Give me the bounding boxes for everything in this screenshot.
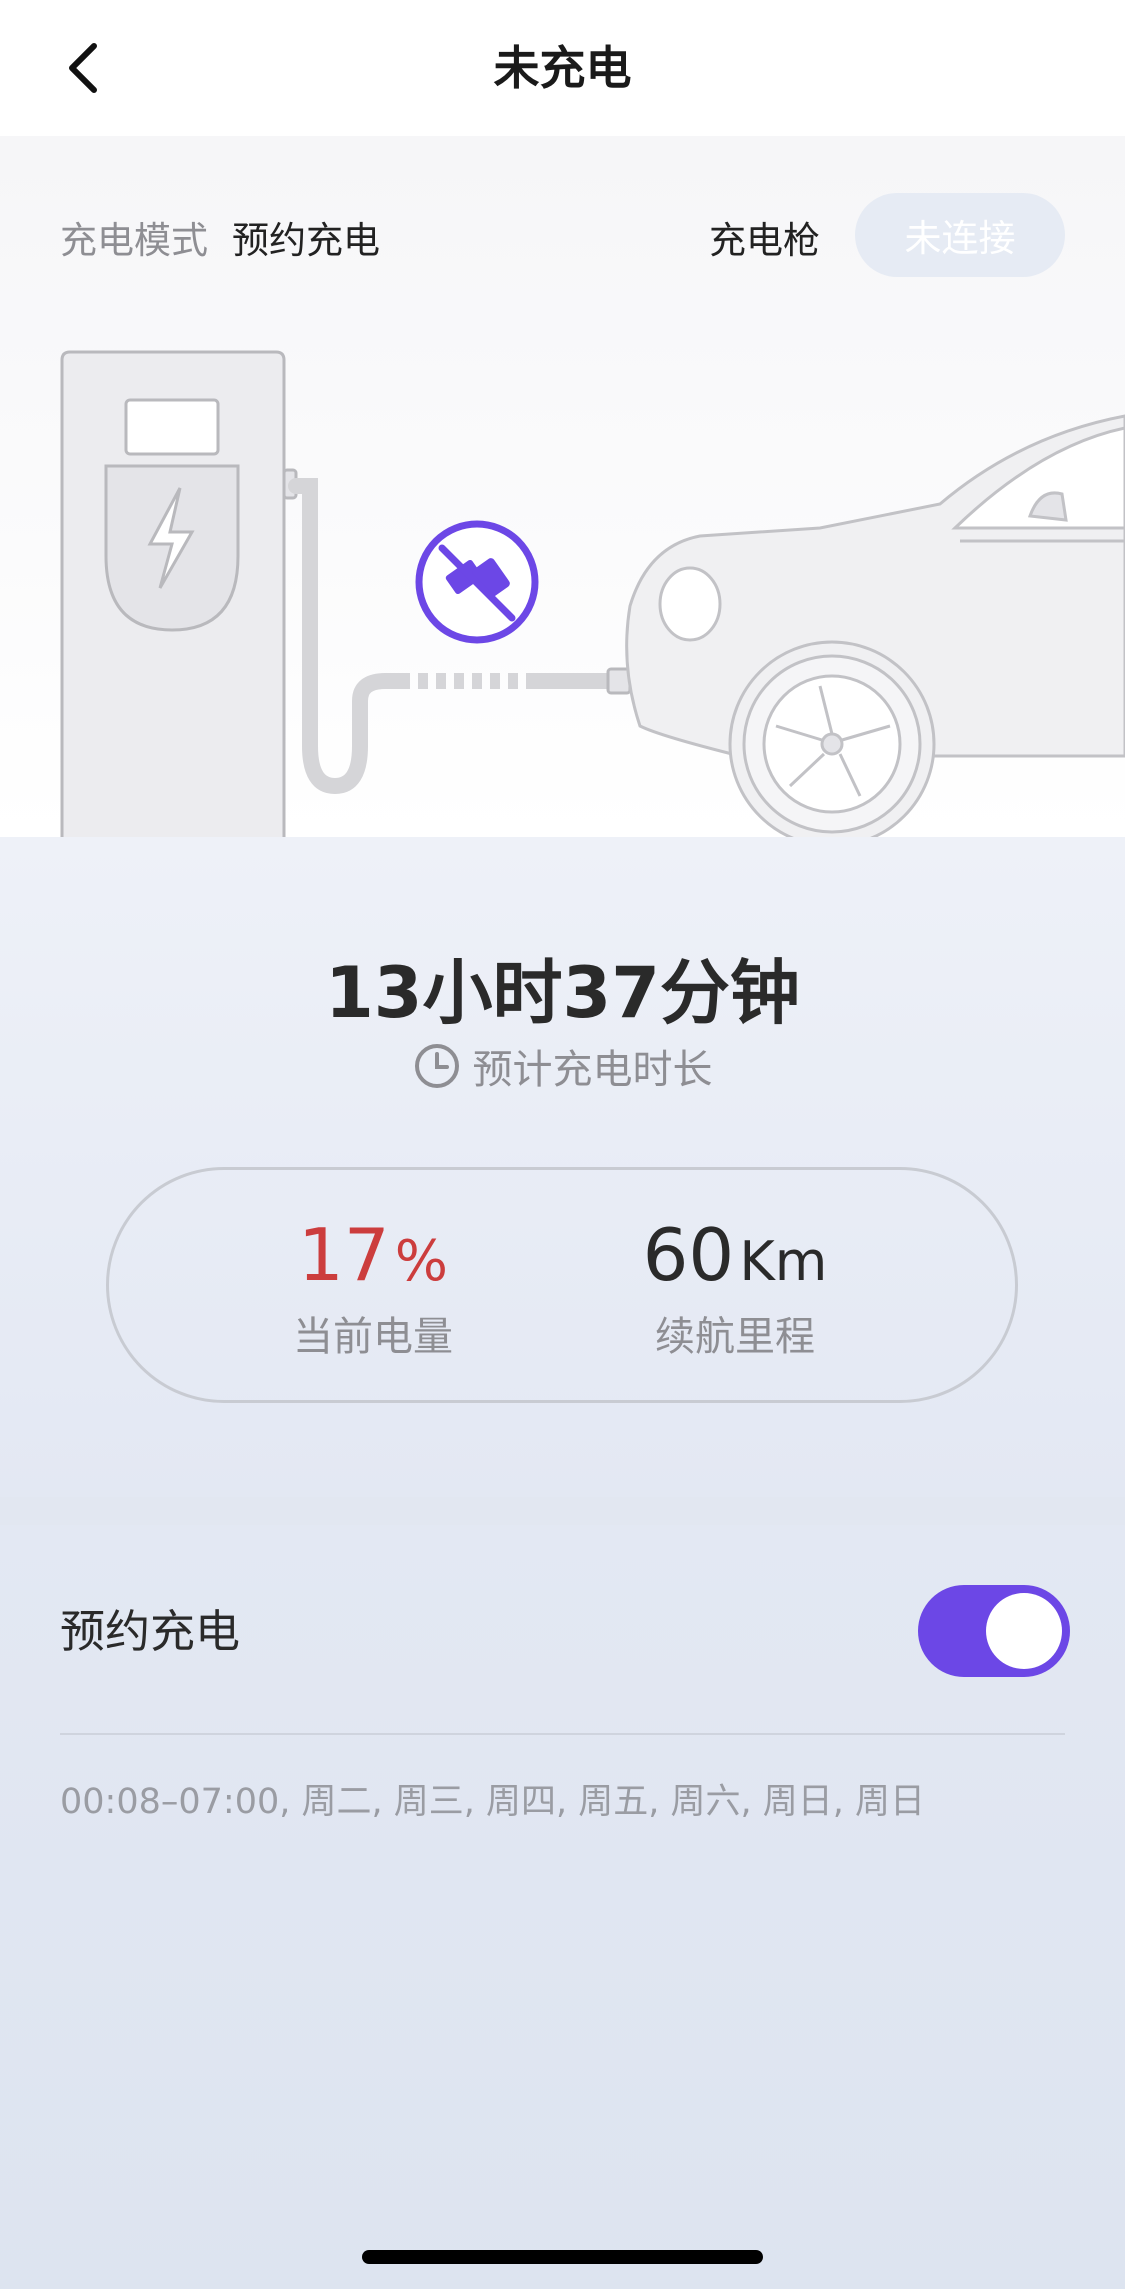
- home-indicator[interactable]: [362, 2250, 763, 2264]
- charging-station-icon: [60, 350, 298, 837]
- range-stat: 60 Km 续航里程: [555, 1210, 915, 1362]
- toggle-knob: [986, 1593, 1062, 1669]
- section-divider: [0, 1497, 1125, 1525]
- estimate-label: 预计充电时长: [472, 1047, 713, 1093]
- car-icon: [625, 414, 1125, 837]
- scheduled-charging-label: 预约充电: [60, 1605, 241, 1658]
- battery-value: 17: [298, 1213, 390, 1297]
- battery-unit: %: [394, 1229, 448, 1294]
- range-label: 续航里程: [655, 1314, 815, 1360]
- divider: [60, 1733, 1065, 1735]
- page-title: 未充电: [493, 41, 632, 95]
- plug-disconnected-icon: [415, 520, 539, 644]
- scheduled-charging-section: 预约充电 00:08–07:00, 周二, 周三, 周四, 周五, 周六, 周日…: [0, 1525, 1125, 2289]
- clock-icon: [414, 1044, 459, 1088]
- range-value: 60: [642, 1213, 735, 1297]
- charging-summary: 13小时37分钟 预计充电时长 17 % 当前电量 60 Km 续航里程: [0, 837, 1125, 1497]
- charging-illustration-panel: 充电模式 预约充电 充电枪 未连接: [0, 136, 1125, 837]
- range-unit: Km: [739, 1230, 828, 1293]
- estimated-duration: 13小时37分钟: [325, 952, 800, 1034]
- header: 未充电: [0, 0, 1125, 136]
- scheduled-charging-toggle[interactable]: [918, 1585, 1070, 1677]
- charger-car-illustration: [60, 350, 1125, 837]
- estimate-label-row: 预计充电时长: [0, 1037, 1125, 1095]
- battery-stat: 17 % 当前电量: [193, 1210, 553, 1362]
- battery-label: 当前电量: [293, 1314, 453, 1360]
- stats-card: 17 % 当前电量 60 Km 续航里程: [106, 1167, 1018, 1403]
- schedule-days[interactable]: 00:08–07:00, 周二, 周三, 周四, 周五, 周六, 周日, 周日: [60, 1773, 925, 1824]
